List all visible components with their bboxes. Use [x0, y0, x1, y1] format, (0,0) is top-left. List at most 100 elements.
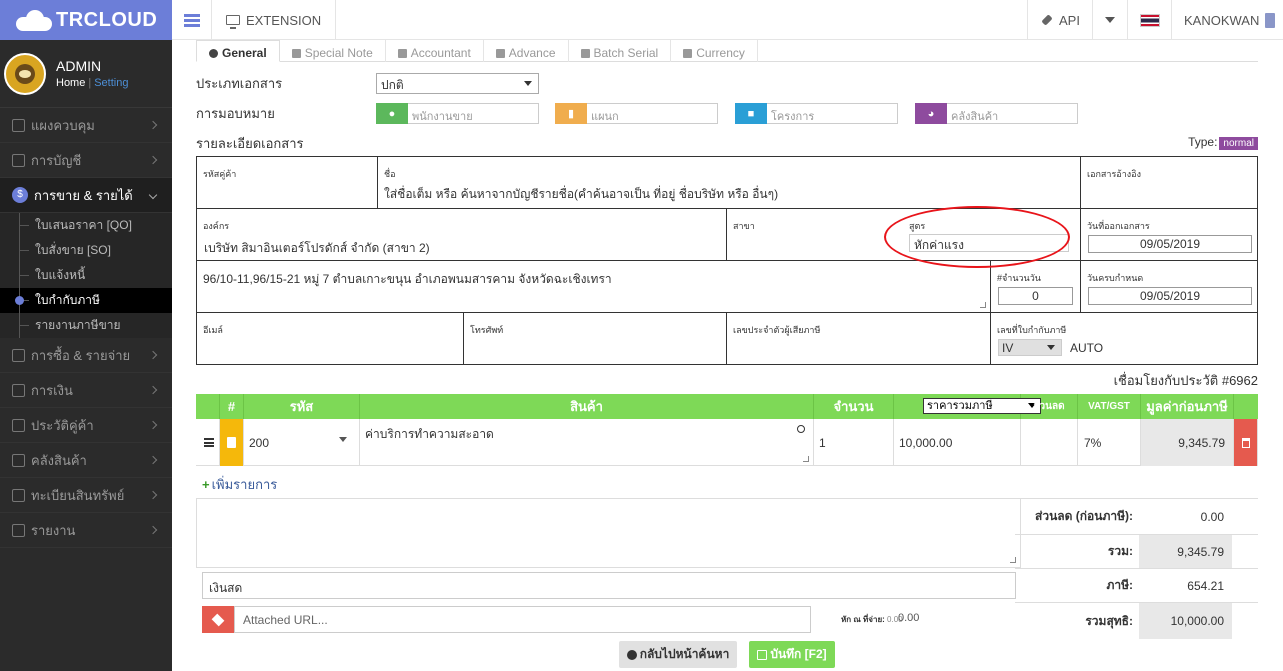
sidebar-item-accounting[interactable]: การบัญชี: [0, 143, 172, 178]
dropbox-button[interactable]: [202, 606, 234, 633]
item-discount-cell[interactable]: [1021, 419, 1078, 466]
history-link[interactable]: เชื่อมโยงกับประวัติ #6962: [1114, 370, 1258, 391]
sidebar-subitem-label: ใบแจ้งหนี้: [35, 268, 86, 282]
tab-currency[interactable]: Currency: [671, 40, 758, 62]
tab-general[interactable]: General: [196, 40, 280, 62]
save-button-label: บันทึก [F2]: [770, 647, 827, 661]
sidebar-item-assets[interactable]: ทะเบียนสินทรัพย์: [0, 478, 172, 513]
menu-toggle-button[interactable]: [172, 0, 212, 40]
add-item-link[interactable]: + เพิ่มรายการ: [202, 474, 277, 495]
type-label: Type:: [1188, 135, 1218, 149]
sidebar-item-dashboard[interactable]: แผงควบคุม: [0, 108, 172, 143]
department-field[interactable]: ▮ แผนก: [555, 103, 718, 124]
plus-icon: +: [202, 477, 210, 492]
sidebar-subitem-label: ใบสั่งขาย [SO]: [35, 243, 111, 257]
sidebar-item-purchase[interactable]: การซื้อ & รายจ่าย: [0, 338, 172, 373]
item-vat-cell[interactable]: 7%: [1078, 419, 1141, 466]
copy-row-button[interactable]: [220, 419, 244, 466]
brand-logo[interactable]: TRCLOUD: [0, 0, 172, 40]
address-cell[interactable]: 96/10-11,96/15-21 หมู่ 7 ตำบลเกาะขนุน อำ…: [196, 260, 991, 313]
due-date-input[interactable]: 09/05/2019: [1088, 287, 1252, 305]
item-qty-cell[interactable]: 1: [814, 419, 894, 466]
tab-label: General: [222, 46, 267, 60]
profile-name: ADMIN: [56, 58, 102, 74]
tab-label: Special Note: [304, 46, 373, 60]
doc-type-select[interactable]: ปกติ: [376, 73, 539, 94]
warehouse-input[interactable]: คลังสินค้า: [947, 103, 1078, 124]
api-button[interactable]: API: [1027, 0, 1092, 40]
user-menu[interactable]: KANOKWAN: [1171, 0, 1283, 40]
delete-row-button[interactable]: [1234, 419, 1258, 466]
sidebar-item-reports[interactable]: รายงาน: [0, 513, 172, 548]
tax-invoice-prefix-select[interactable]: IV: [998, 339, 1062, 356]
item-code-cell[interactable]: 200: [244, 419, 360, 466]
tax-invoice-cell[interactable]: เลขที่ใบกำกับภาษี IV AUTO: [990, 312, 1258, 365]
sidebar-subitem-sales-tax-report[interactable]: รายงานภาษีขาย: [0, 313, 172, 338]
customer-name-cell[interactable]: ชื่อ ใส่ชื่อเต็ม หรือ ค้นหาจากบัญชีรายชื…: [377, 156, 1081, 209]
avatar[interactable]: [4, 52, 46, 95]
sidebar-item-sales[interactable]: $ การขาย & รายได้: [0, 178, 172, 213]
back-to-search-button[interactable]: กลับไปหน้าค้นหา: [619, 641, 737, 668]
sidebar-subitem-label: รายงานภาษีขาย: [35, 318, 121, 332]
issue-date-cell[interactable]: วันที่ออกเอกสาร 09/05/2019: [1080, 208, 1258, 261]
project-field[interactable]: ■ โครงการ: [735, 103, 898, 124]
branch-label: สาขา: [733, 221, 755, 231]
header-pretax: มูลค่าก่อนภาษี: [1141, 394, 1234, 419]
customer-code-cell[interactable]: รหัสคู่ค้า: [196, 156, 378, 209]
tab-special-note[interactable]: Special Note: [280, 40, 386, 62]
extension-button[interactable]: EXTENSION: [212, 0, 337, 40]
sidebar-item-contacts[interactable]: ประวัติคู่ค้า: [0, 408, 172, 443]
summary-net-row: รวมสุทธิ: 10,000.00: [1015, 602, 1258, 639]
sidebar-item-label: การบัญชี: [31, 152, 82, 168]
tab-advance[interactable]: Advance: [484, 40, 569, 62]
salesperson-field[interactable]: ● พนักงานขาย: [376, 103, 539, 124]
due-date-cell[interactable]: วันครบกำหนด 09/05/2019: [1080, 260, 1258, 313]
chevron-right-icon: [148, 350, 158, 360]
tab-label: Accountant: [410, 46, 471, 60]
warehouse-field[interactable]: ◕ คลังสินค้า: [915, 103, 1078, 124]
project-input[interactable]: โครงการ: [767, 103, 898, 124]
item-description-cell[interactable]: ค่าบริการทำความสะอาด: [360, 419, 814, 466]
home-link[interactable]: Home: [56, 77, 85, 89]
sidebar-subitem-sales-order[interactable]: ใบสั่งขาย [SO]: [0, 238, 172, 263]
phone-label: โทรศัพท์: [470, 325, 504, 335]
drag-handle[interactable]: [196, 419, 220, 466]
sidebar-item-warehouse[interactable]: คลังสินค้า: [0, 443, 172, 478]
sidebar-subitem-tax-invoice[interactable]: ใบกำกับภาษี: [0, 288, 172, 313]
language-selector[interactable]: [1127, 0, 1171, 40]
tab-accountant[interactable]: Accountant: [386, 40, 484, 62]
payment-method-input[interactable]: เงินสด: [202, 572, 1016, 599]
item-price-cell[interactable]: 10,000.00: [894, 419, 1021, 466]
summary-discount-label: ส่วนลด (ก่อนภาษี):: [1035, 509, 1133, 523]
organization-cell[interactable]: องค์กร เบริษัท สิมาอินเตอร์โปรดักส์ จำกั…: [196, 208, 727, 261]
days-cell[interactable]: #จำนวนวัน 0: [990, 260, 1081, 313]
setting-link[interactable]: Setting: [94, 77, 128, 89]
phone-cell[interactable]: โทรศัพท์: [463, 312, 727, 365]
ref-doc-cell[interactable]: เอกสารอ้างอิง: [1080, 156, 1258, 209]
note-textarea[interactable]: [196, 498, 1021, 568]
topbar-dropdown[interactable]: [1092, 0, 1127, 40]
email-cell[interactable]: อีเมล์: [196, 312, 464, 365]
sidebar-subitem-invoice[interactable]: ใบแจ้งหนี้: [0, 263, 172, 288]
issue-date-input[interactable]: 09/05/2019: [1088, 235, 1252, 253]
info-icon: [495, 48, 505, 58]
sidebar-item-label: รายงาน: [31, 522, 76, 538]
sidebar-item-finance[interactable]: การเงิน: [0, 373, 172, 408]
tax-invoice-auto: AUTO: [1070, 341, 1104, 355]
attached-url-input[interactable]: Attached URL...: [234, 606, 811, 633]
tax-invoice-label: เลขที่ใบกำกับภาษี: [997, 325, 1067, 335]
department-input[interactable]: แผนก: [587, 103, 718, 124]
search-icon[interactable]: [797, 425, 805, 433]
sidebar-subitem-quotation[interactable]: ใบเสนอราคา [QO]: [0, 213, 172, 238]
days-input[interactable]: 0: [998, 287, 1073, 305]
taxid-cell[interactable]: เลขประจำตัวผู้เสียภาษี: [726, 312, 991, 365]
monitor-icon: [12, 118, 25, 132]
active-dot-icon: [15, 296, 24, 305]
highlight-annotation: [884, 206, 1070, 268]
resize-handle-icon[interactable]: [980, 302, 986, 308]
save-button[interactable]: บันทึก [F2]: [749, 641, 835, 668]
resize-handle-icon[interactable]: [803, 456, 809, 462]
salesperson-input[interactable]: พนักงานขาย: [408, 103, 539, 124]
tab-batch-serial[interactable]: Batch Serial: [569, 40, 672, 62]
arrow-circle-left-icon: [626, 649, 637, 660]
